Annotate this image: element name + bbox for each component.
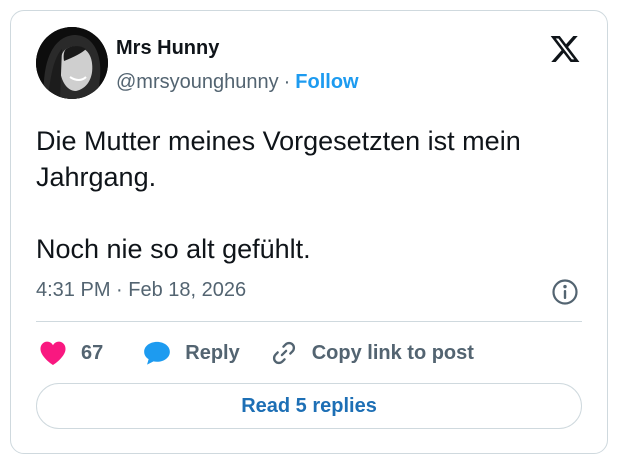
avatar[interactable] (36, 27, 108, 99)
copy-link-button[interactable]: Copy link to post (270, 339, 474, 367)
post-timestamp[interactable]: 4:31 PM · Feb 18, 2026 (36, 279, 246, 302)
post-text-line: Die Mutter meines Vorgesetzten ist mein … (36, 126, 521, 192)
speech-bubble-icon (144, 341, 171, 365)
author-handle[interactable]: @mrsyounghunny (116, 71, 279, 93)
post-text-line: Noch nie so alt gefühlt. (36, 234, 311, 264)
author-display-name[interactable]: Mrs Hunny (116, 37, 219, 60)
heart-icon (40, 341, 66, 365)
copy-link-label: Copy link to post (311, 341, 474, 364)
link-icon (272, 341, 295, 365)
like-count: 67 (81, 341, 104, 364)
post-text: Die Mutter meines Vorgesetzten ist mein … (36, 123, 596, 267)
info-icon[interactable] (551, 278, 579, 306)
follow-link[interactable]: Follow (295, 71, 358, 93)
separator-dot: · (283, 71, 291, 93)
reply-button[interactable]: Reply (143, 340, 240, 366)
read-replies-button[interactable]: Read 5 replies (36, 383, 582, 429)
like-button[interactable]: 67 (39, 340, 103, 366)
reply-label: Reply (185, 341, 240, 364)
x-logo-icon[interactable] (549, 33, 581, 65)
author-handle-row: @mrsyounghunny · Follow (116, 71, 359, 94)
action-bar: 67 Reply Copy link to post (39, 337, 474, 369)
embedded-post-card: Mrs Hunny @mrsyounghunny · Follow Die Mutt… (10, 10, 608, 454)
divider (36, 321, 582, 322)
